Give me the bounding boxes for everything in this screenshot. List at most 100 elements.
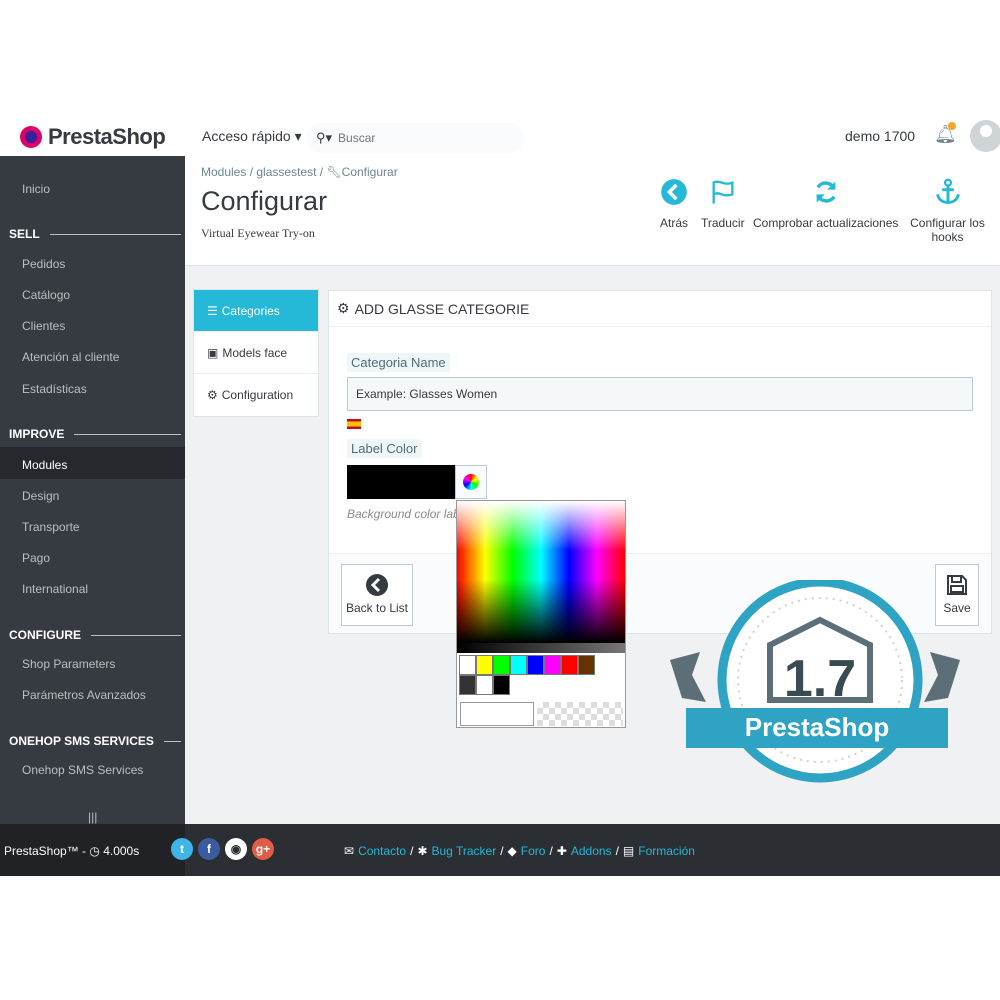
category-name-input[interactable]: Example: Glasses Women	[347, 377, 973, 411]
tab-label: Categories	[221, 303, 280, 318]
sidebar-item-onehop-sms[interactable]: Onehop SMS Services	[22, 763, 143, 777]
envelope-icon: ✉	[344, 844, 355, 858]
tab-label: Models face	[222, 345, 288, 360]
back-toolbar-button[interactable]: Atrás	[660, 178, 688, 230]
sidebar-item-clientes[interactable]: Clientes	[22, 319, 65, 333]
page-title: Configurar	[201, 186, 328, 216]
prestashop-17-badge: 1.7 PrestaShop	[670, 580, 960, 783]
prestashop-logo[interactable]: PrestaShop	[20, 124, 166, 150]
search-input[interactable]	[338, 131, 489, 145]
preset-swatch[interactable]	[493, 655, 510, 675]
sidebar-item-pedidos[interactable]: Pedidos	[22, 257, 65, 271]
sidebar-item-inicio[interactable]: Inicio	[22, 182, 50, 196]
sidebar-item-parametros-avanzados[interactable]: Parámetros Avanzados	[22, 688, 146, 702]
sidebar-item-international[interactable]: International	[22, 582, 88, 596]
configure-hooks-toolbar-button[interactable]: Configurar los hooks	[895, 178, 1000, 244]
preset-swatch[interactable]	[527, 655, 544, 675]
preset-swatch[interactable]	[578, 655, 595, 675]
color-wheel-icon	[463, 474, 479, 490]
sidebar-item-shop-parameters[interactable]: Shop Parameters	[22, 657, 115, 671]
panel-title: ADD GLASSE CATEGORIE	[354, 300, 530, 317]
notification-badge	[948, 122, 956, 130]
tab-configuration[interactable]: ⚙ Configuration	[194, 374, 318, 416]
badge-brand: PrestaShop	[745, 712, 890, 742]
link-foro[interactable]: Foro	[521, 844, 546, 858]
shop-name-link[interactable]: demo 1700	[845, 128, 915, 144]
employee-avatar[interactable]	[970, 120, 1000, 152]
color-picker-button[interactable]	[455, 465, 487, 499]
section-title: IMPROVE	[9, 427, 65, 441]
tab-models-face[interactable]: ▣ Models face	[194, 332, 318, 374]
quick-access-label: Acceso rápido	[202, 128, 291, 144]
book-icon: ▤	[622, 844, 635, 858]
preset-swatch[interactable]	[544, 655, 561, 675]
translate-toolbar-button[interactable]: Traducir	[701, 178, 745, 230]
sidebar-item-modules[interactable]: Modules	[22, 458, 67, 472]
preset-swatch[interactable]	[459, 675, 476, 695]
gear-icon: ⚙	[207, 388, 218, 402]
breadcrumb-module[interactable]: glassestest	[256, 165, 316, 179]
twitter-icon[interactable]: t	[171, 838, 193, 860]
page-header: Modules / glassestest / 🔧︎Configurar Con…	[185, 156, 1000, 266]
preset-swatch[interactable]	[476, 675, 493, 695]
label-color-input[interactable]	[347, 465, 455, 499]
sidebar-section-improve: IMPROVE	[9, 427, 181, 441]
sidebar-section-configure: CONFIGURE	[9, 628, 181, 642]
sidebar-item-catalogo[interactable]: Catálogo	[22, 288, 70, 302]
image-icon: ▣	[207, 345, 219, 360]
tab-categories[interactable]: ☰ Categories	[194, 290, 318, 332]
bug-icon: ✱	[417, 844, 428, 858]
sidebar-item-estadisticas[interactable]: Estadísticas	[22, 382, 87, 396]
link-contacto[interactable]: Contacto	[358, 844, 406, 858]
load-time: 4.000s	[103, 844, 140, 858]
puzzle-icon: ✚	[556, 844, 567, 858]
clock-icon: ◷	[89, 844, 100, 858]
back-to-list-button[interactable]: Back to List	[341, 564, 413, 626]
divider	[163, 740, 181, 742]
separator: /	[500, 844, 504, 858]
divider	[74, 433, 181, 435]
link-formacion[interactable]: Formación	[638, 844, 695, 858]
sidebar-collapse-handle[interactable]: |||	[88, 810, 97, 824]
search-icon[interactable]: ⚲▾	[316, 130, 332, 146]
spanish-flag-icon[interactable]	[347, 419, 361, 429]
preset-swatch[interactable]	[459, 655, 476, 675]
ribbon-tail-right	[924, 652, 960, 702]
preset-swatch[interactable]	[493, 675, 510, 695]
section-title: SELL	[9, 227, 40, 241]
google-plus-icon[interactable]: g+	[252, 838, 274, 860]
hex-input[interactable]	[460, 702, 534, 726]
page-subtitle: Virtual Eyewear Try-on	[201, 226, 315, 240]
sidebar-item-pago[interactable]: Pago	[22, 551, 50, 565]
color-spectrum[interactable]	[457, 501, 625, 643]
link-bug-tracker[interactable]: Bug Tracker	[432, 844, 497, 858]
badge-version: 1.7	[784, 650, 856, 708]
github-icon[interactable]: ◉	[225, 838, 247, 860]
breadcrumb-modules[interactable]: Modules	[201, 165, 246, 179]
sidebar-item-design[interactable]: Design	[22, 489, 59, 503]
preset-swatch[interactable]	[561, 655, 578, 675]
logo-text: PrestaShop	[48, 124, 166, 149]
sidebar-item-transporte[interactable]: Transporte	[22, 520, 80, 534]
quick-access-dropdown[interactable]: Acceso rápido ▾	[202, 128, 302, 145]
arrow-left-circle-icon	[366, 574, 388, 596]
divider	[91, 634, 181, 636]
sidebar-item-atencion[interactable]: Atención al cliente	[22, 350, 119, 364]
color-help-text: Background color label	[347, 507, 470, 521]
preset-swatch[interactable]	[510, 655, 527, 675]
section-title: CONFIGURE	[9, 628, 81, 642]
top-header: PrestaShop Acceso rápido ▾ ⚲▾ demo 1700 …	[0, 118, 1000, 156]
alpha-preview[interactable]	[537, 702, 623, 726]
facebook-icon[interactable]: f	[198, 838, 220, 860]
preset-swatch[interactable]	[476, 655, 493, 675]
link-addons[interactable]: Addons	[571, 844, 612, 858]
check-updates-toolbar-button[interactable]: Comprobar actualizaciones	[753, 178, 898, 230]
tab-label: Configuration	[221, 388, 294, 402]
divider	[49, 233, 181, 235]
footer-bar: PrestaShop™ - ◷ 4.000s t f ◉ g+ ✉ Contact…	[0, 824, 1000, 876]
brightness-slider[interactable]	[457, 643, 625, 653]
arrow-left-circle-icon	[661, 179, 687, 205]
separator: /	[615, 844, 619, 858]
separator: /	[549, 844, 553, 858]
section-title: ONEHOP SMS SERVICES	[9, 734, 154, 748]
